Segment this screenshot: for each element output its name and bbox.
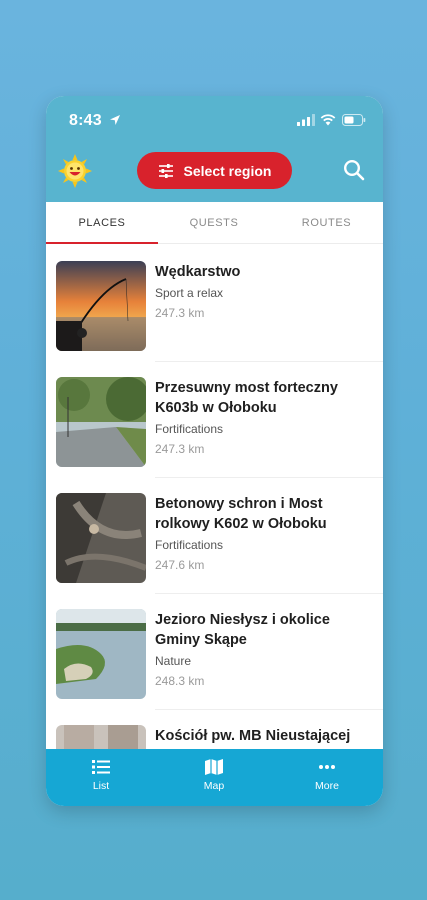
- filter-sliders-icon: [158, 163, 173, 178]
- nav-list-label: List: [92, 780, 110, 792]
- nav-list[interactable]: List: [61, 759, 141, 792]
- select-region-label: Select region: [183, 162, 272, 179]
- place-title: Betonowy schron i Most rolkowy K602 w Oł…: [155, 494, 370, 573]
- place-title-text: Kościół pw. MB Nieustającej: [155, 728, 351, 744]
- more-icon: [319, 765, 335, 769]
- tab-quests-label: QUESTS: [189, 217, 239, 229]
- phone-screen: 8:43 Select region PLACES QUESTS ROUTES …: [46, 96, 383, 806]
- place-title-text: Przesuwny most forteczny K603b w Ołoboku: [155, 380, 338, 416]
- status-time: 8:43: [69, 112, 102, 129]
- battery-icon: [342, 114, 366, 126]
- tab-routes[interactable]: ROUTES: [270, 202, 383, 244]
- place-title: Przesuwny most forteczny K603b w Ołoboku…: [155, 378, 370, 457]
- tab-routes-label: ROUTES: [301, 217, 352, 229]
- nav-map[interactable]: Map: [174, 759, 254, 792]
- bottom-navigation: List Map More: [46, 749, 383, 806]
- map-icon: [205, 759, 223, 775]
- wifi-icon: [320, 114, 336, 126]
- place-title-text: Jezioro Niesłysz i okolice Gminy Skąpe: [155, 612, 330, 648]
- nav-more[interactable]: More: [287, 759, 367, 792]
- place-category: Nature: [155, 654, 192, 668]
- place-category: Sport a relax: [155, 286, 224, 300]
- list-icon: [92, 760, 110, 774]
- tab-bar: PLACES QUESTS ROUTES: [46, 202, 383, 244]
- list-item[interactable]: Przesuwny most forteczny K603b w Ołoboku…: [46, 362, 383, 478]
- location-arrow-icon: [110, 115, 120, 125]
- place-title-text: Betonowy schron i Most rolkowy K602 w Oł…: [155, 496, 327, 532]
- place-distance: 247.3 km: [155, 442, 205, 456]
- tab-places-label: PLACES: [78, 217, 126, 229]
- app-logo-sun-icon[interactable]: [58, 154, 92, 188]
- list-item[interactable]: Betonowy schron i Most rolkowy K602 w Oł…: [46, 478, 383, 594]
- status-bar: 8:43: [46, 96, 383, 144]
- place-distance: 248.3 km: [155, 674, 205, 688]
- place-distance: 247.3 km: [155, 306, 205, 320]
- place-title: Wędkarstwo Sport a relax 247.3 km: [155, 262, 370, 321]
- nav-map-label: Map: [203, 780, 225, 792]
- place-title-text: Wędkarstwo: [155, 264, 241, 280]
- list-item[interactable]: Jezioro Niesłysz i okolice Gminy Skąpe N…: [46, 594, 383, 710]
- place-category: Fortifications: [155, 422, 224, 436]
- active-tab-indicator: [46, 242, 158, 244]
- place-category: Fortifications: [155, 538, 224, 552]
- list-item[interactable]: Kościół pw. MB Nieustającej: [46, 710, 383, 749]
- place-thumbnail: [56, 725, 146, 749]
- place-thumbnail: [56, 609, 146, 699]
- place-distance: 247.6 km: [155, 558, 205, 572]
- place-thumbnail: [56, 493, 146, 583]
- places-list[interactable]: Wędkarstwo Sport a relax 247.3 km Przesu…: [46, 246, 383, 749]
- place-title: Kościół pw. MB Nieustającej: [155, 726, 370, 746]
- select-region-button[interactable]: Select region: [137, 152, 292, 189]
- tab-quests[interactable]: QUESTS: [158, 202, 270, 244]
- signal-icon: [297, 114, 315, 126]
- place-title: Jezioro Niesłysz i okolice Gminy Skąpe N…: [155, 610, 370, 689]
- tab-places[interactable]: PLACES: [46, 202, 158, 244]
- list-item[interactable]: Wędkarstwo Sport a relax 247.3 km: [46, 246, 383, 362]
- place-thumbnail: [56, 377, 146, 467]
- nav-more-label: More: [315, 780, 339, 792]
- search-icon[interactable]: [343, 159, 365, 181]
- place-thumbnail: [56, 261, 146, 351]
